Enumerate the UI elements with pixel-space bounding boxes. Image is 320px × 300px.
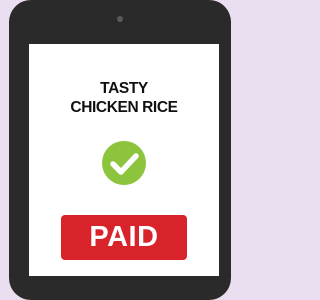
- phone-screen: TASTY CHICKEN RICE PAID: [29, 44, 219, 276]
- phone-speaker: [117, 16, 123, 22]
- phone-device: TASTY CHICKEN RICE PAID: [9, 0, 231, 300]
- checkmark-circle-icon: [102, 141, 146, 185]
- merchant-name-line2: CHICKEN RICE: [70, 99, 178, 116]
- paid-status-badge: PAID: [61, 215, 187, 260]
- merchant-name-line1: TASTY: [100, 80, 148, 97]
